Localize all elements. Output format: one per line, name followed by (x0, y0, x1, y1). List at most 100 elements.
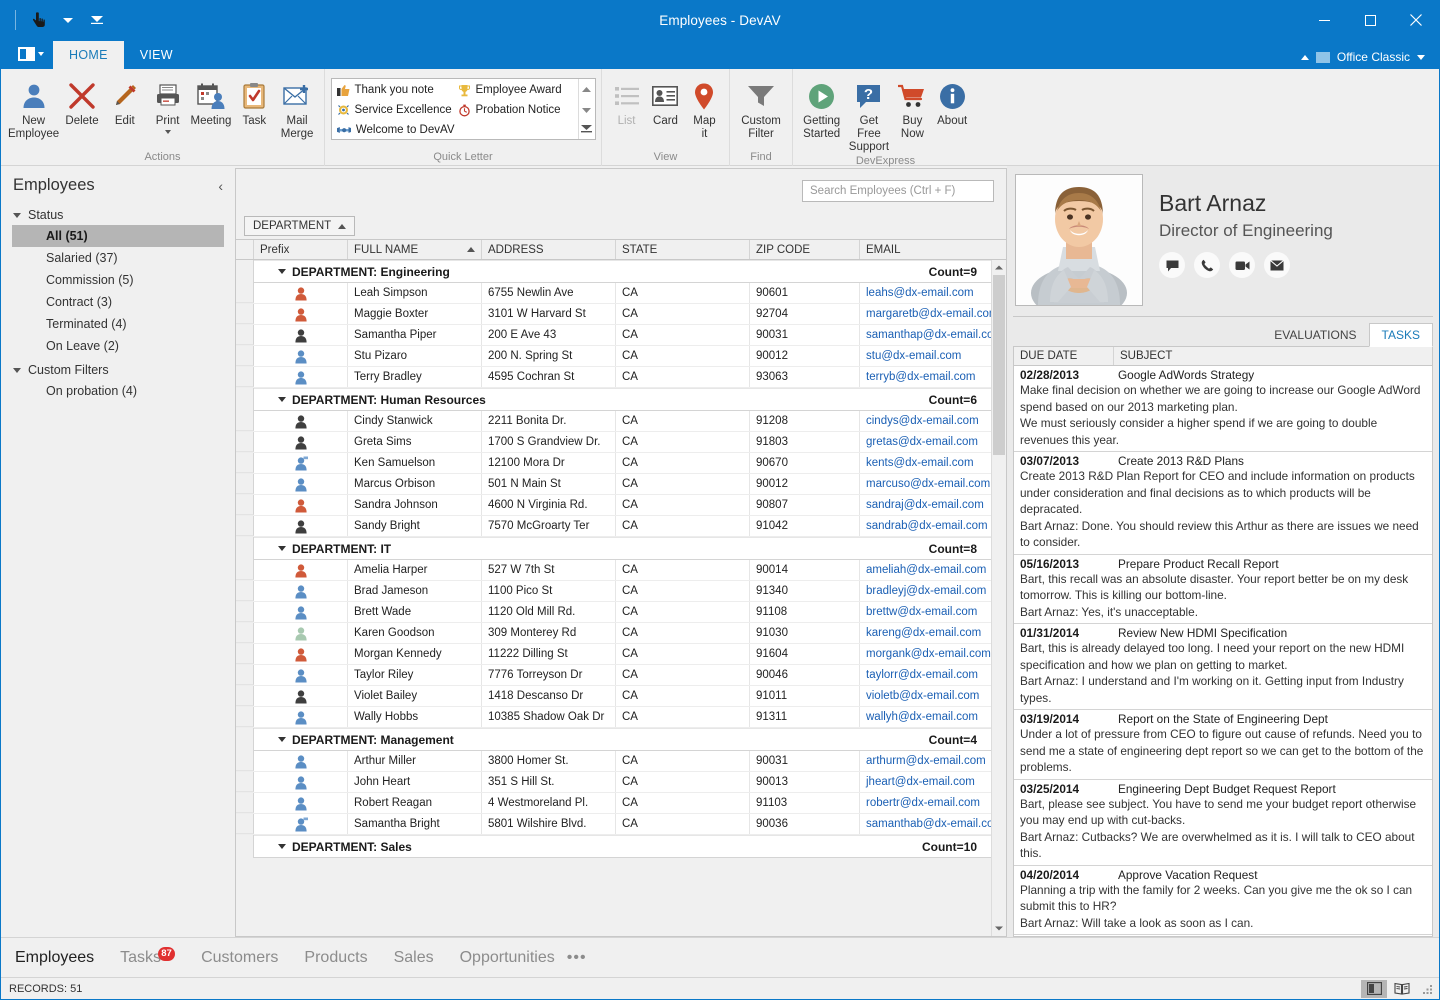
sidebar-item-terminated[interactable]: Terminated (4) (12, 313, 224, 335)
tab-evaluations[interactable]: EVALUATIONS (1262, 324, 1368, 346)
sidebar-item-salaried[interactable]: Salaried (37) (12, 247, 224, 269)
cell-email[interactable]: stu@dx-email.com (860, 346, 991, 366)
table-row[interactable]: Leah Simpson6755 Newlin AveCA90601leahs@… (236, 283, 991, 304)
table-row[interactable]: Sandra Johnson4600 N Virginia Rd.CA90807… (236, 495, 991, 516)
tab-view[interactable]: VIEW (124, 41, 189, 69)
list-item[interactable]: 04/20/2014Approve Vacation RequestPlanni… (1014, 866, 1432, 936)
bottom-nav-item-employees[interactable]: Employees (15, 949, 94, 967)
table-row[interactable]: Ken Samuelson12100 Mora DrCA90670kents@d… (236, 453, 991, 474)
cell-email[interactable]: robertr@dx-email.com (860, 793, 991, 813)
table-row[interactable]: Taylor Riley7776 Torreyson DrCA90046tayl… (236, 665, 991, 686)
email-link[interactable]: samanthab@dx-email.com (866, 818, 991, 830)
cell-email[interactable]: samanthab@dx-email.com (860, 814, 991, 834)
email-link[interactable]: samanthap@dx-email.com (866, 329, 991, 341)
table-row[interactable]: John Heart351 S Hill St.CA90013jheart@dx… (236, 772, 991, 793)
email-link[interactable]: margaretb@dx-email.com (866, 308, 991, 320)
row-indicator[interactable] (236, 474, 254, 494)
quick-letter-gallery[interactable]: Thank you note Employee Award Service Ex… (331, 78, 596, 140)
sidebar-item-on-probation[interactable]: On probation (4) (12, 380, 224, 402)
video-icon[interactable] (1229, 252, 1255, 278)
getting-started-button[interactable]: GettingStarted (799, 74, 844, 146)
email-link[interactable]: ameliah@dx-email.com (866, 564, 986, 576)
group-row[interactable]: DEPARTMENT: Human ResourcesCount=6 (236, 388, 991, 411)
theme-dropdown-icon[interactable] (1417, 55, 1425, 60)
reading-view-button[interactable] (1389, 980, 1415, 998)
row-indicator[interactable] (236, 581, 254, 601)
sidebar-item-on-leave[interactable]: On Leave (2) (12, 335, 224, 357)
chat-icon[interactable] (1159, 252, 1185, 278)
column-header-email[interactable]: EMAIL (860, 240, 1006, 259)
qat-dropdown-icon[interactable] (58, 10, 78, 30)
email-link[interactable]: arthurm@dx-email.com (866, 755, 986, 767)
email-link[interactable]: leahs@dx-email.com (866, 287, 974, 299)
chevron-down-icon[interactable] (165, 130, 171, 134)
quick-letter-service-excellence[interactable]: Service Excellence (334, 100, 455, 120)
gallery-expand-icon[interactable] (581, 122, 592, 136)
chevron-down-icon[interactable] (278, 397, 286, 402)
cell-email[interactable]: sandrab@dx-email.com (860, 516, 991, 536)
sidebar-collapse-icon[interactable]: ‹ (218, 178, 223, 194)
table-row[interactable]: Stu Pizaro200 N. Spring StCA90012stu@dx-… (236, 346, 991, 367)
scrollbar-track[interactable] (992, 275, 1006, 921)
table-row[interactable]: Violet Bailey1418 Descanso DrCA91011viol… (236, 686, 991, 707)
row-indicator[interactable] (236, 560, 254, 580)
bottom-nav-item-sales[interactable]: Sales (394, 949, 434, 967)
print-button[interactable]: Print (147, 74, 189, 146)
table-row[interactable]: Brad Jameson1100 Pico StCA91340bradleyj@… (236, 581, 991, 602)
cell-email[interactable]: sandraj@dx-email.com (860, 495, 991, 515)
cell-email[interactable]: margaretb@dx-email.com (860, 304, 991, 324)
row-indicator[interactable] (236, 346, 254, 366)
list-item[interactable]: 02/28/2013Google AdWords StrategyMake fi… (1014, 366, 1432, 452)
list-item[interactable]: 05/16/2013Prepare Product Recall ReportB… (1014, 555, 1432, 625)
email-link[interactable]: taylorr@dx-email.com (866, 669, 978, 681)
cell-email[interactable]: gretas@dx-email.com (860, 432, 991, 452)
column-header-due-date[interactable]: DUE DATE (1014, 347, 1114, 365)
card-view-button[interactable]: Card (646, 74, 685, 146)
table-row[interactable]: Wally Hobbs10385 Shadow Oak DrCA91311wal… (236, 707, 991, 728)
map-it-button[interactable]: Mapit (686, 74, 723, 146)
row-indicator[interactable] (236, 283, 254, 303)
maximize-button[interactable] (1347, 1, 1393, 39)
row-indicator[interactable] (236, 367, 254, 387)
table-row[interactable]: Robert Reagan4 Westmoreland Pl.CA91103ro… (236, 793, 991, 814)
cell-email[interactable]: taylorr@dx-email.com (860, 665, 991, 685)
table-row[interactable]: Karen Goodson309 Monterey RdCA91030karen… (236, 623, 991, 644)
custom-filter-button[interactable]: CustomFilter (736, 74, 786, 146)
email-link[interactable]: stu@dx-email.com (866, 350, 961, 362)
quick-letter-welcome-to-devav[interactable]: Welcome to DevAV (334, 120, 455, 140)
scrollbar-thumb[interactable] (993, 275, 1005, 455)
email-link[interactable]: kents@dx-email.com (866, 457, 974, 469)
qat-customize-icon[interactable] (87, 10, 107, 30)
tab-tasks[interactable]: TASKS (1369, 323, 1433, 347)
quick-letter-employee-award[interactable]: Employee Award (455, 80, 576, 100)
cell-email[interactable]: leahs@dx-email.com (860, 283, 991, 303)
group-row[interactable]: DEPARTMENT: SalesCount=10 (236, 835, 991, 858)
envelope-icon[interactable] (1264, 252, 1290, 278)
row-indicator[interactable] (236, 686, 254, 706)
row-indicator[interactable] (236, 602, 254, 622)
row-indicator[interactable] (236, 751, 254, 771)
email-link[interactable]: sandrab@dx-email.com (866, 520, 988, 532)
chevron-down-icon[interactable] (278, 737, 286, 742)
row-indicator[interactable] (236, 516, 254, 536)
list-item[interactable]: 03/07/2013Create 2013 R&D PlansCreate 20… (1014, 452, 1432, 555)
chevron-down-icon[interactable] (278, 844, 286, 849)
sidebar-item-contract[interactable]: Contract (3) (12, 291, 224, 313)
task-button[interactable]: Task (233, 74, 275, 146)
email-link[interactable]: morgank@dx-email.com (866, 648, 991, 660)
row-indicator[interactable] (236, 623, 254, 643)
table-row[interactable]: Sandy Bright7570 McGroarty TerCA91042san… (236, 516, 991, 537)
cell-email[interactable]: kents@dx-email.com (860, 453, 991, 473)
row-indicator[interactable] (236, 453, 254, 473)
gallery-scrollbar[interactable] (578, 79, 595, 139)
table-row[interactable]: Brett Wade1120 Old Mill Rd.CA91108brettw… (236, 602, 991, 623)
table-row[interactable]: Morgan Kennedy11222 Dilling StCA91604mor… (236, 644, 991, 665)
column-header-full-name[interactable]: FULL NAME (348, 240, 482, 259)
row-indicator[interactable] (236, 793, 254, 813)
file-menu-button[interactable] (9, 41, 53, 67)
table-row[interactable]: Greta Sims1700 S Grandview Dr.CA91803gre… (236, 432, 991, 453)
phone-icon[interactable] (1194, 252, 1220, 278)
bottom-nav-item-opportunities[interactable]: Opportunities (460, 949, 555, 967)
delete-button[interactable]: Delete (61, 74, 103, 146)
about-button[interactable]: About (932, 74, 972, 146)
